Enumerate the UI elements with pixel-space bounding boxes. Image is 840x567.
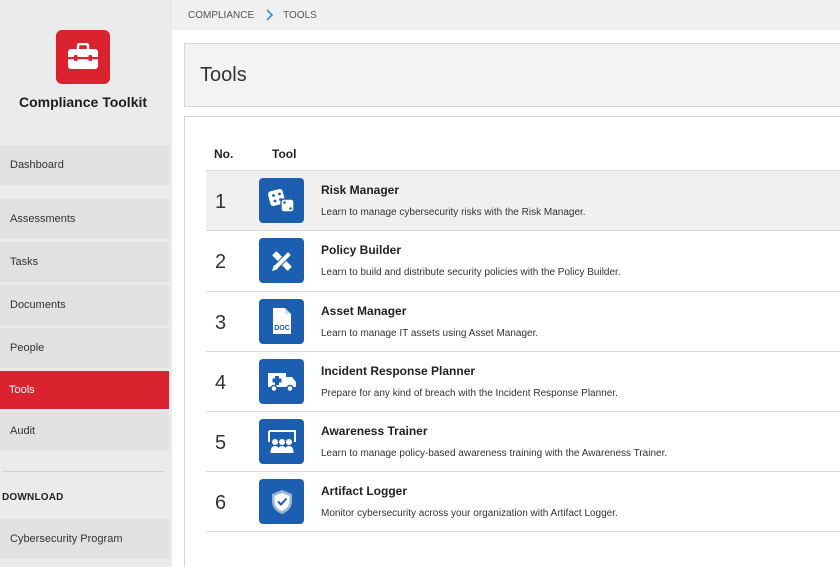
page-title: Tools	[200, 63, 247, 86]
sidebar-item-tools[interactable]: Tools	[0, 371, 169, 409]
main-content: Tools No. Tool 1 Risk Manager Learn to m…	[172, 30, 840, 567]
dice-icon[interactable]	[259, 178, 304, 223]
row-number: 2	[215, 251, 227, 274]
column-header-no: No.	[214, 147, 234, 161]
table-row[interactable]: 3 DOC Asset Manager Learn to manage IT a…	[206, 290, 840, 351]
tool-title-awareness-trainer[interactable]: Awareness Trainer	[321, 424, 428, 438]
tool-title-policy-builder[interactable]: Policy Builder	[321, 243, 401, 257]
breadcrumb: COMPLIANCE TOOLS	[172, 0, 840, 30]
shield-check-icon[interactable]	[259, 479, 304, 525]
table-row[interactable]: 1 Risk Manager Learn to manage cybersecu…	[206, 170, 840, 231]
row-number: 3	[215, 311, 227, 334]
tool-description: Learn to build and distribute security p…	[321, 267, 621, 279]
sidebar-divider	[2, 471, 164, 472]
tool-title-asset-manager[interactable]: Asset Manager	[321, 304, 406, 318]
app-window: Compliance Toolkit Dashboard Assessments…	[0, 0, 840, 567]
app-title: Compliance Toolkit	[18, 94, 148, 110]
table-row[interactable]: 6 Artifact Logger Monitor cybersecurity …	[206, 471, 840, 532]
row-number: 5	[215, 432, 227, 455]
doc-file-icon[interactable]: DOC	[259, 298, 304, 344]
presentation-audience-icon[interactable]	[259, 419, 304, 465]
sidebar-item-tasks[interactable]: Tasks	[0, 242, 169, 282]
sidebar-item-people[interactable]: People	[0, 328, 169, 368]
sidebar-item-documents[interactable]: Documents	[0, 285, 169, 325]
sidebar-item-cybersecurity-program[interactable]: Cybersecurity Program	[0, 519, 169, 559]
tool-title-risk-manager[interactable]: Risk Manager	[321, 183, 399, 197]
tool-description: Learn to manage policy-based awareness t…	[321, 448, 668, 460]
sidebar: Compliance Toolkit Dashboard Assessments…	[0, 0, 172, 567]
row-number: 4	[215, 371, 227, 394]
tool-title-incident-response-planner[interactable]: Incident Response Planner	[321, 364, 475, 378]
ambulance-icon[interactable]	[259, 358, 304, 404]
sidebar-item-dashboard[interactable]: Dashboard	[0, 145, 169, 185]
table-row[interactable]: 5 Awareness Trainer Learn to manage poli…	[206, 411, 840, 471]
toolbox-icon[interactable]	[56, 30, 110, 84]
breadcrumb-tools: TOOLS	[283, 9, 317, 21]
download-heading: DOWNLOAD	[2, 492, 64, 503]
table-row[interactable]: 4 Incident Response Planner Prepare for …	[206, 350, 840, 411]
row-number: 6	[215, 492, 227, 515]
page-header: Tools	[184, 43, 840, 107]
tool-description: Monitor cybersecurity across your organi…	[321, 508, 618, 520]
sidebar-item-audit[interactable]: Audit	[0, 411, 169, 451]
doc-icon-label: DOC	[274, 325, 290, 332]
column-header-tool: Tool	[272, 147, 297, 161]
tool-title-artifact-logger[interactable]: Artifact Logger	[321, 484, 407, 498]
tools-list: 1 Risk Manager Learn to manage cybersecu…	[206, 170, 840, 532]
tool-description: Prepare for any kind of breach with the …	[321, 387, 618, 399]
tool-description: Learn to manage IT assets using Asset Ma…	[321, 327, 539, 339]
sidebar-item-assessments[interactable]: Assessments	[0, 199, 169, 239]
pencil-ruler-icon[interactable]	[259, 238, 304, 284]
row-number: 1	[215, 191, 227, 213]
breadcrumb-compliance[interactable]: COMPLIANCE	[188, 10, 254, 21]
tool-description: Learn to manage cybersecurity risks with…	[321, 207, 586, 218]
chevron-right-icon	[266, 9, 274, 21]
table-row[interactable]: 2 Policy Builder Learn to build and dist…	[206, 230, 840, 290]
tools-table: No. Tool 1 Risk Manager Learn to manage …	[184, 116, 840, 567]
